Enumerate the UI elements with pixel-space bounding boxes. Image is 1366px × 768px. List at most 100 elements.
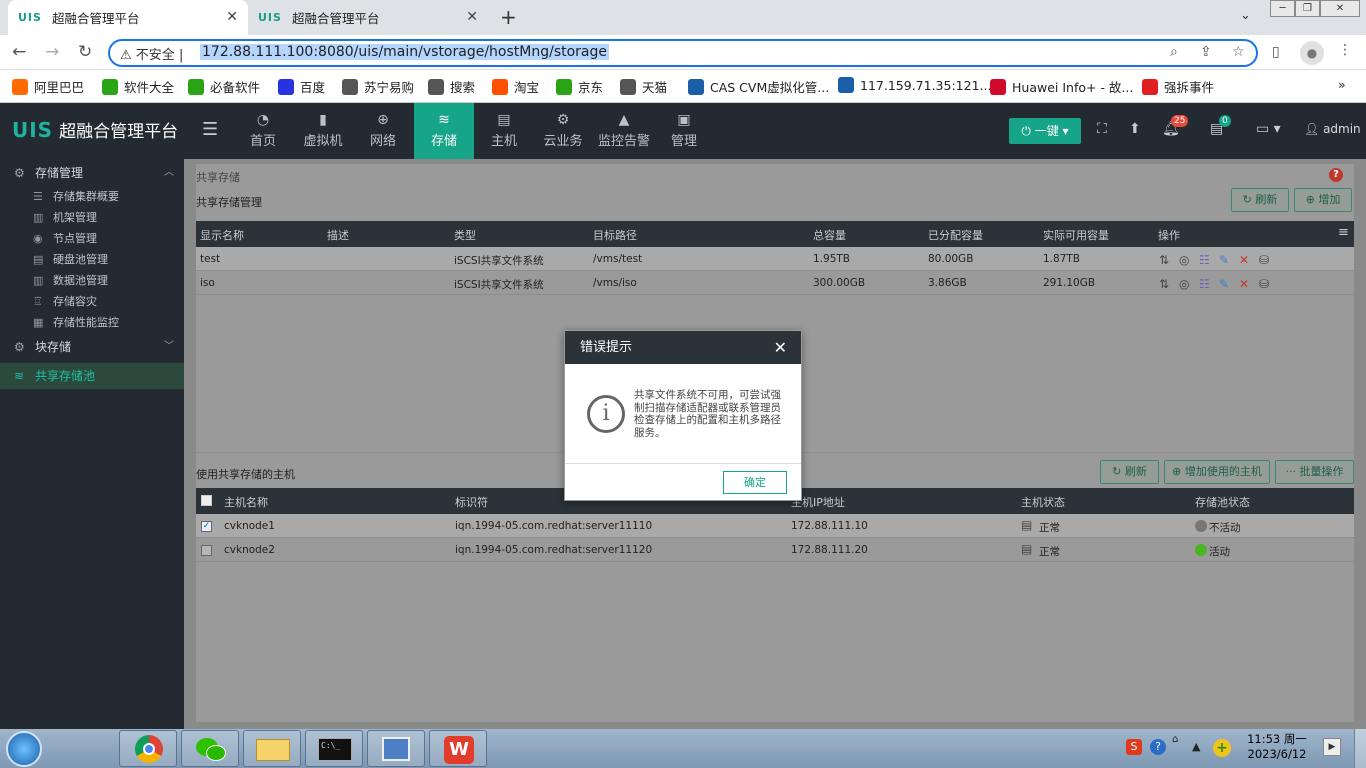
address-bar[interactable]: ⚠ 不安全 | 172.88.111.100:8080/uis/main/vst…: [108, 39, 1258, 67]
col-header[interactable]: 目标路径: [593, 227, 637, 243]
sidebar-toggle-icon[interactable]: ▯: [1272, 44, 1280, 60]
action-center-icon[interactable]: ▶: [1323, 738, 1341, 756]
terminal-taskbar-icon[interactable]: C:\_: [305, 730, 363, 767]
bookmark-item[interactable]: 强拆事件: [1142, 77, 1214, 96]
nav-tab-2[interactable]: ⊕ 网络: [353, 103, 413, 159]
alarm-bell-icon[interactable]: 🔔︎ 25: [1162, 115, 1189, 137]
bookmark-item[interactable]: Huawei Info+ - 故...: [990, 77, 1133, 96]
menu-toggle-icon[interactable]: ☰: [202, 119, 218, 140]
nav-tab-7[interactable]: ▣ 管理: [654, 103, 714, 159]
sidebar-item-5[interactable]: ♖ 存储容灾: [0, 291, 184, 312]
sync-icon[interactable]: ⇅: [1159, 253, 1169, 267]
upload-icon[interactable]: ⬆: [1129, 121, 1141, 137]
batch-ops-button[interactable]: ··· 批量操作: [1275, 460, 1354, 484]
col-header[interactable]: 显示名称: [200, 227, 244, 243]
close-icon[interactable]: ✕: [774, 331, 787, 364]
table-row[interactable]: iso iSCSI共享文件系统/vms/iso 300.00GB 3.86GB 291.…: [196, 271, 1354, 295]
col-header[interactable]: 实际可用容量: [1043, 227, 1109, 243]
col-header[interactable]: 标识符: [455, 494, 488, 510]
sidebar-group-storage-mgmt[interactable]: ⚙ 存储管理 ︿: [0, 160, 184, 186]
tab-search-chevron-icon[interactable]: ⌄: [1240, 8, 1251, 23]
sogou-ime-icon[interactable]: S: [1126, 739, 1142, 755]
nav-tab-4[interactable]: ▤ 主机: [474, 103, 534, 159]
onekey-button[interactable]: ⏻ 一键 ▾: [1009, 118, 1081, 144]
chrome-taskbar-icon[interactable]: [119, 730, 177, 767]
sidebar-item-2[interactable]: ◉ 节点管理: [0, 228, 184, 249]
bookmark-item[interactable]: CAS CVM虚拟化管...: [688, 77, 829, 96]
bookmark-item[interactable]: 必备软件: [188, 77, 260, 96]
sidebar-item-3[interactable]: ▤ 硬盘池管理: [0, 249, 184, 270]
table-row[interactable]: cvknode2 iqn.1994-05.com.redhat:server111…: [196, 538, 1354, 562]
bookmarks-overflow-icon[interactable]: »: [1338, 77, 1346, 92]
select-all-checkbox[interactable]: [201, 495, 212, 506]
list-icon[interactable]: ☷: [1199, 277, 1210, 291]
add-storage-button[interactable]: ⊕ 增加: [1294, 188, 1352, 212]
settings-db-icon[interactable]: ⛁: [1259, 253, 1269, 267]
hosts-refresh-button[interactable]: ↻ 刷新: [1100, 460, 1159, 484]
col-header[interactable]: 主机状态: [1021, 494, 1065, 510]
sidebar-group-block-storage[interactable]: ⚙ 块存储 ﹀: [0, 334, 184, 360]
security-warning[interactable]: ⚠ 不安全 |: [120, 44, 183, 63]
show-desktop-button[interactable]: [1354, 729, 1366, 768]
sync-icon[interactable]: ⇅: [1159, 277, 1169, 291]
bookmark-item[interactable]: 天猫: [620, 77, 667, 96]
col-header[interactable]: 总容量: [813, 227, 846, 243]
col-header[interactable]: 存储池状态: [1195, 494, 1250, 510]
bookmark-item[interactable]: 搜索: [428, 77, 475, 96]
wps-taskbar-icon[interactable]: W: [429, 730, 487, 767]
bookmark-item[interactable]: 软件大全: [102, 77, 174, 96]
col-header[interactable]: 已分配容量: [928, 227, 983, 243]
col-header[interactable]: 描述: [327, 227, 349, 243]
close-tab-icon[interactable]: ✕: [226, 9, 238, 25]
browser-tab[interactable]: UIS 超融合管理平台 ✕: [248, 0, 488, 35]
browser-tab-active[interactable]: UIS 超融合管理平台 ✕: [8, 0, 248, 35]
user-menu[interactable]: 👤︎ admin: [1304, 122, 1361, 136]
nav-tab-1[interactable]: ▮ 虚拟机: [293, 103, 353, 159]
wechat-taskbar-icon[interactable]: [181, 730, 239, 767]
sidebar-item-4[interactable]: ▥ 数据池管理: [0, 270, 184, 291]
edit-icon[interactable]: ✎: [1219, 253, 1229, 267]
col-header[interactable]: 类型: [454, 227, 476, 243]
share-icon[interactable]: ⇪: [1200, 44, 1212, 60]
refresh-button[interactable]: ↻ 刷新: [1231, 188, 1289, 212]
restore-icon[interactable]: ❐: [1295, 0, 1320, 17]
list-icon[interactable]: ☷: [1199, 253, 1210, 267]
close-tab-icon[interactable]: ✕: [466, 9, 478, 25]
tray-expand-icon[interactable]: ⌂: [1172, 734, 1178, 745]
close-window-icon[interactable]: ✕: [1320, 0, 1360, 17]
sidebar-item-6[interactable]: ▦ 存储性能监控: [0, 312, 184, 333]
profile-avatar-icon[interactable]: ●: [1300, 41, 1324, 65]
nav-tab-3[interactable]: ≋ 存储: [414, 103, 474, 159]
forward-icon[interactable]: →: [45, 42, 59, 62]
sidebar-item-1[interactable]: ▥ 机架管理: [0, 207, 184, 228]
table-row[interactable]: test iSCSI共享文件系统/vms/test 1.95TB 80.00GB 1.8…: [196, 247, 1354, 271]
bookmark-item[interactable]: 117.159.71.35:121...: [838, 77, 991, 93]
zoom-search-icon[interactable]: ⌕: [1170, 44, 1178, 60]
task-icon[interactable]: ▤ 0: [1210, 115, 1231, 137]
bookmark-star-icon[interactable]: ☆: [1232, 44, 1245, 60]
bookmark-item[interactable]: 百度: [278, 77, 325, 96]
minimize-icon[interactable]: ─: [1270, 0, 1295, 17]
target-icon[interactable]: ◎: [1179, 277, 1189, 291]
row-checkbox[interactable]: [201, 545, 212, 556]
column-menu-icon[interactable]: ≡: [1338, 225, 1349, 240]
show-hidden-icons-icon[interactable]: ▲: [1192, 740, 1200, 753]
remote-desktop-taskbar-icon[interactable]: [367, 730, 425, 767]
layout-dropdown-icon[interactable]: ▭ ▾: [1256, 121, 1281, 137]
table-row[interactable]: ✓ cvknode1 iqn.1994-05.com.redhat:server11…: [196, 514, 1354, 538]
more-menu-icon[interactable]: ⋮: [1338, 42, 1352, 58]
col-header[interactable]: 主机名称: [224, 494, 268, 510]
edit-icon[interactable]: ✎: [1219, 277, 1229, 291]
file-explorer-taskbar-icon[interactable]: [243, 730, 301, 767]
delete-icon[interactable]: ✕: [1239, 277, 1249, 291]
nav-tab-5[interactable]: ⚙ 云业务: [533, 103, 593, 159]
system-clock[interactable]: 11:53 周一 2023/6/12: [1242, 732, 1312, 762]
bookmark-item[interactable]: 苏宁易购: [342, 77, 414, 96]
confirm-button[interactable]: 确定: [723, 471, 787, 494]
help-tray-icon[interactable]: ?: [1150, 739, 1166, 755]
sidebar-item-0[interactable]: ☰ 存储集群概要: [0, 186, 184, 207]
target-icon[interactable]: ◎: [1179, 253, 1189, 267]
bookmark-item[interactable]: 阿里巴巴: [12, 77, 84, 96]
row-checkbox[interactable]: ✓: [201, 521, 212, 532]
nav-tab-6[interactable]: ▲ 监控告警: [594, 103, 654, 159]
